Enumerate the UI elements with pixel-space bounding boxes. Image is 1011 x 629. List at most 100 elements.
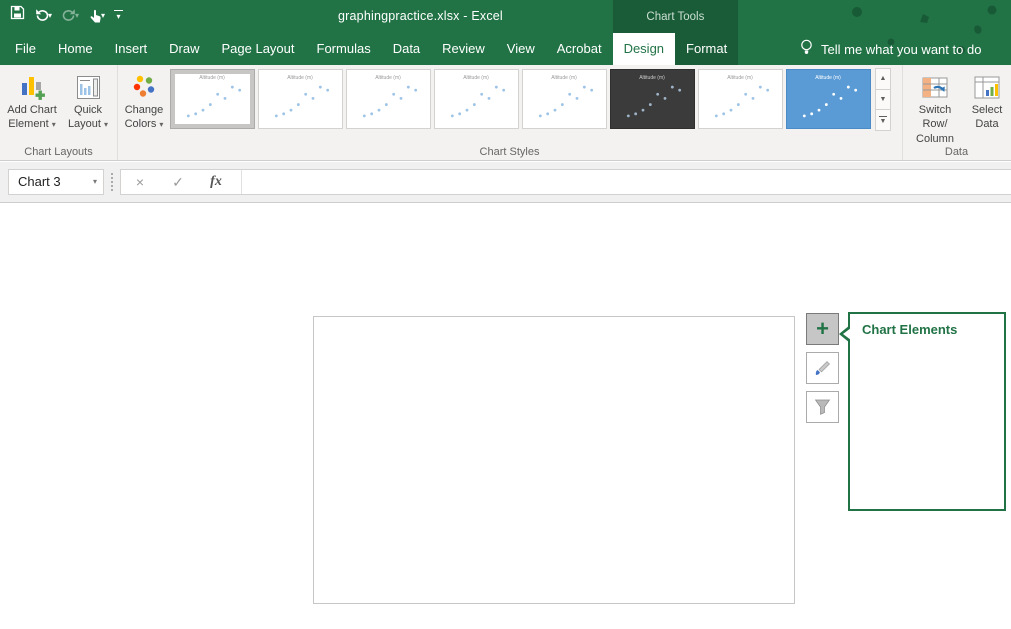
tab-draw[interactable]: Draw (158, 33, 210, 65)
select-data-icon (966, 68, 1008, 100)
contextual-tab-group-label: Chart Tools (613, 0, 739, 33)
tab-format[interactable]: Format (675, 33, 738, 65)
paintbrush-icon (813, 359, 832, 378)
chart-style-thumbnail-2[interactable]: Altitude (m) (258, 69, 343, 129)
tab-view[interactable]: View (496, 33, 546, 65)
window-title: graphingpractice.xlsx - Excel (338, 9, 503, 23)
gallery-scroll-down-icon[interactable]: ▼ (875, 89, 891, 111)
chart-style-thumbnail-1[interactable]: Altitude (m) (170, 69, 255, 129)
chart-styles-gallery: Altitude (m) Altitude (m) Altitude (m) Alti… (170, 69, 871, 131)
chart-styles-button[interactable] (806, 352, 839, 384)
dropdown-caret-icon: ▾ (52, 120, 56, 129)
group-chart-styles: Change Colors ▾ Altitude (m)Altitude (m)… (117, 65, 903, 160)
thumbnail-mini-chart: Altitude (m) (171, 70, 254, 126)
redo-button: ▾ (61, 8, 79, 22)
switch-row-column-label: Switch Row/ Column (916, 104, 954, 145)
chart-style-thumbnail-4[interactable]: Altitude (m) (434, 69, 519, 129)
tab-formulas[interactable]: Formulas (306, 33, 382, 65)
tab-review[interactable]: Review (431, 33, 496, 65)
plus-icon: + (816, 319, 829, 339)
name-box-value: Chart 3 (18, 174, 61, 189)
tab-home[interactable]: Home (47, 33, 104, 65)
formula-bar-strip: Chart 3 ▾ × ✓ fx (0, 162, 1011, 203)
customize-quick-access-icon[interactable]: ▾ (114, 10, 123, 21)
quick-layout-icon (62, 68, 114, 100)
insert-function-icon[interactable]: fx (197, 174, 235, 190)
chart-style-thumbnail-8[interactable]: Altitude (m) (786, 69, 871, 129)
chart-style-thumbnail-7[interactable]: Altitude (m) (698, 69, 783, 129)
contextual-tab-group: Chart ToolsDesignFormat (613, 33, 739, 65)
name-box-caret-icon[interactable]: ▾ (93, 170, 97, 194)
group-label-chart-layouts: Chart Layouts (0, 146, 117, 158)
quick-layout-button[interactable]: Quick Layout ▾ (62, 68, 114, 132)
worksheet-grid[interactable]: + Chart Elements (0, 203, 1011, 629)
group-label-data: Data (902, 146, 1011, 158)
undo-caret-icon[interactable]: ▾ (48, 11, 52, 20)
funnel-icon (814, 399, 831, 415)
tell-me-label: Tell me what you want to do (821, 42, 981, 57)
svg-text:Altitude (m): Altitude (m) (551, 75, 577, 81)
thumbnail-mini-chart: Altitude (m) (259, 70, 342, 126)
formula-bar-divider (111, 173, 113, 191)
tab-design[interactable]: Design (613, 33, 675, 65)
excel-window: ▾ ▾ ▾ ▾ graphingpractice.xlsx - Excel Fi… (0, 0, 1011, 629)
tell-me-box[interactable]: Tell me what you want to do (800, 33, 981, 65)
save-icon[interactable] (10, 5, 25, 25)
thumbnail-mini-chart: Altitude (m) (523, 70, 606, 126)
touch-mode-button[interactable]: ▾ (88, 8, 105, 23)
svg-text:Altitude (m): Altitude (m) (727, 75, 753, 81)
add-chart-element-icon (4, 68, 60, 100)
change-colors-label: Change Colors (125, 104, 164, 130)
quick-access-toolbar: ▾ ▾ ▾ ▾ (10, 5, 123, 25)
svg-text:Altitude (m): Altitude (m) (375, 75, 401, 81)
add-chart-element-label: Add Chart Element (7, 104, 57, 130)
gallery-more-icon[interactable]: ▼ (875, 109, 891, 131)
group-data: Switch Row/ Column Select Data Data (902, 65, 1011, 160)
chart-style-thumbnail-3[interactable]: Altitude (m) (346, 69, 431, 129)
select-data-label: Select Data (972, 104, 1003, 130)
tab-acrobat[interactable]: Acrobat (546, 33, 613, 65)
chart-filters-button[interactable] (806, 391, 839, 423)
thumbnail-mini-chart: Altitude (m) (787, 70, 870, 126)
gallery-scroll-up-icon[interactable]: ▲ (875, 68, 891, 90)
tab-page-layout[interactable]: Page Layout (211, 33, 306, 65)
undo-button[interactable]: ▾ (34, 8, 52, 22)
thumbnail-mini-chart: Altitude (m) (699, 70, 782, 126)
switch-row-column-button[interactable]: Switch Row/ Column (906, 68, 964, 146)
redo-caret-icon: ▾ (75, 11, 79, 20)
chart-object[interactable] (313, 316, 795, 604)
lightbulb-icon (800, 39, 813, 59)
tab-data[interactable]: Data (382, 33, 431, 65)
tab-file[interactable]: File (4, 33, 47, 65)
enter-icon[interactable]: ✓ (159, 174, 197, 191)
svg-text:Altitude (m): Altitude (m) (639, 75, 665, 81)
dropdown-caret-icon: ▾ (159, 120, 163, 129)
quick-layout-label: Quick Layout (68, 104, 102, 130)
touch-mode-caret-icon[interactable]: ▾ (101, 11, 105, 20)
switch-row-column-icon (906, 68, 964, 100)
titlebar: ▾ ▾ ▾ ▾ graphingpractice.xlsx - Excel Fi… (0, 0, 1011, 65)
svg-text:Altitude (m): Altitude (m) (815, 75, 841, 81)
select-data-button[interactable]: Select Data (966, 68, 1008, 132)
name-box[interactable]: Chart 3 ▾ (8, 169, 104, 195)
chart-elements-button[interactable]: + (806, 313, 839, 345)
thumbnail-mini-chart: Altitude (m) (435, 70, 518, 126)
chart-elements-panel-title: Chart Elements (862, 322, 1004, 337)
group-chart-layouts: Add Chart Element ▾ Quick Layout ▾ Chart… (0, 65, 118, 160)
group-label-chart-styles: Chart Styles (117, 146, 902, 158)
svg-text:Altitude (m): Altitude (m) (463, 75, 489, 81)
dropdown-caret-icon: ▾ (104, 120, 108, 129)
thumbnail-mini-chart: Altitude (m) (347, 70, 430, 126)
gallery-scrollbar: ▲ ▼ ▼ (875, 69, 891, 131)
chart-style-thumbnail-5[interactable]: Altitude (m) (522, 69, 607, 129)
cancel-icon[interactable]: × (121, 174, 159, 190)
chart-style-thumbnail-6[interactable]: Altitude (m) (610, 69, 695, 129)
change-colors-button[interactable]: Change Colors ▾ (119, 68, 169, 132)
chart-elements-panel: Chart Elements (848, 312, 1006, 511)
svg-text:Altitude (m): Altitude (m) (199, 75, 225, 81)
tab-insert[interactable]: Insert (104, 33, 159, 65)
ribbon: Add Chart Element ▾ Quick Layout ▾ Chart… (0, 65, 1011, 161)
add-chart-element-button[interactable]: Add Chart Element ▾ (4, 68, 60, 132)
thumbnail-mini-chart: Altitude (m) (611, 70, 694, 126)
formula-input-divider (241, 170, 242, 194)
